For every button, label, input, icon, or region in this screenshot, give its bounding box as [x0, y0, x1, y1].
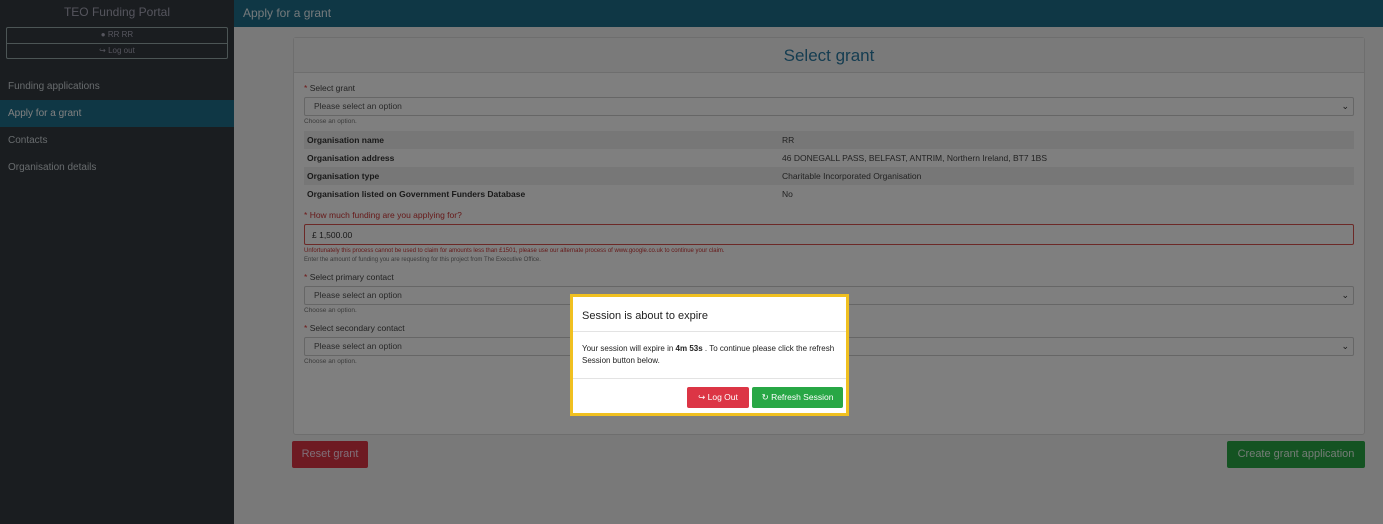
modal-backdrop	[0, 0, 1383, 524]
modal-body: Your session will expire in 4m 53s . To …	[573, 332, 846, 379]
refresh-icon: ↻	[761, 392, 769, 402]
sign-out-icon: ↪	[698, 392, 706, 402]
refresh-session-button[interactable]: ↻ Refresh Session	[752, 387, 843, 408]
modal-title: Session is about to expire	[573, 297, 846, 332]
session-expiry-modal: Session is about to expire Your session …	[570, 294, 849, 416]
modal-body-prefix: Your session will expire in	[582, 344, 674, 353]
modal-logout-button[interactable]: ↪ Log Out	[687, 387, 749, 408]
session-countdown: 4m 53s	[675, 344, 703, 353]
